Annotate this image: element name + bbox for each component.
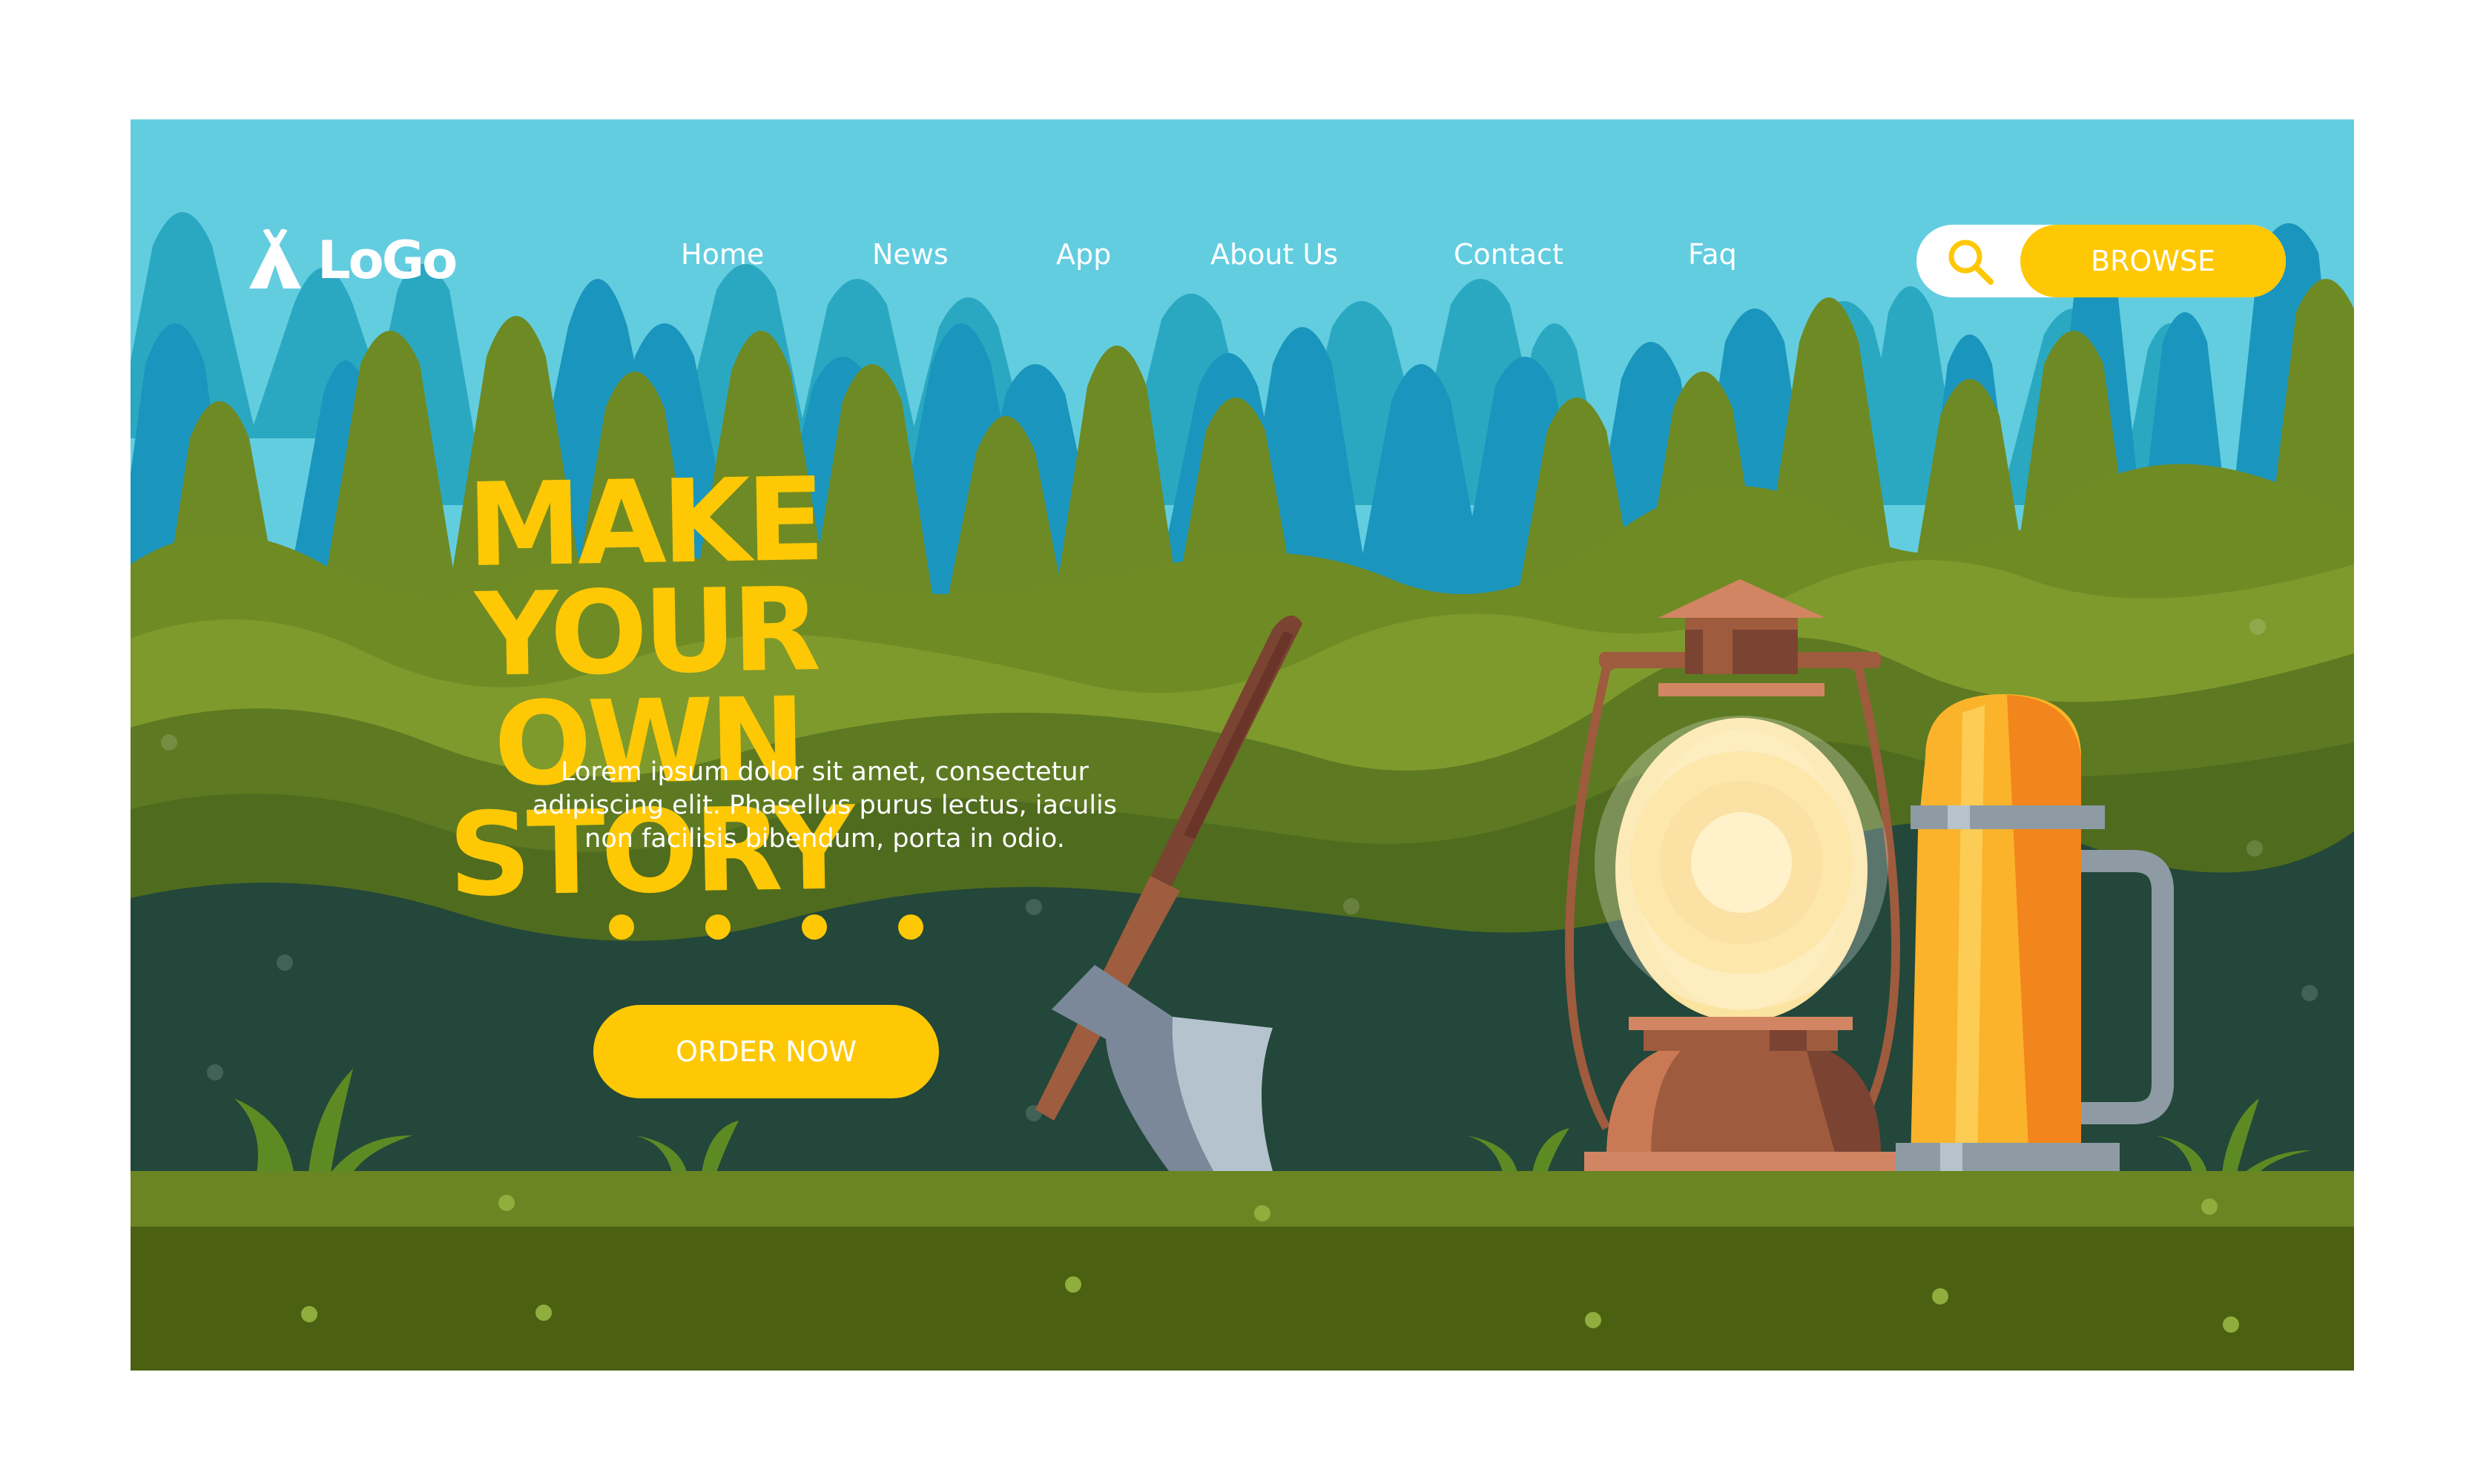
tent-icon (249, 229, 301, 288)
landing-page: LoGo Home News App About Us Contact Faq … (131, 119, 2354, 1371)
nav-item-home[interactable]: Home (681, 238, 764, 271)
hero-description-line-1: Lorem ipsum dolor sit amet, consectetur (561, 757, 1089, 787)
nav-item-contact[interactable]: Contact (1454, 238, 1563, 271)
slider-dot[interactable] (898, 914, 923, 940)
nav-item-news[interactable]: News (872, 238, 949, 271)
nav-item-faq[interactable]: Faq (1688, 238, 1737, 271)
order-now-button[interactable]: ORDER NOW (593, 1005, 939, 1098)
nav-item-app[interactable]: App (1056, 238, 1111, 271)
slider-dot[interactable] (802, 914, 827, 940)
logo[interactable]: LoGo (243, 229, 458, 291)
hero-description-line-2: adipiscing elit. Phasellus purus lectus,… (532, 791, 1117, 820)
slider-dot[interactable] (705, 914, 731, 940)
slider-dots (609, 914, 923, 940)
hero-description-line-3: non facilisis bibendum, porta in odio. (584, 824, 1065, 854)
search-icon[interactable] (1945, 236, 1997, 288)
slider-dot[interactable] (609, 914, 634, 940)
browse-button[interactable]: BROWSE (2020, 225, 2286, 297)
logo-text: LoGo (317, 230, 458, 291)
hero-title-line-1: MAKE YOUR (466, 452, 822, 703)
hero-description: Lorem ipsum dolor sit amet, consectetur … (432, 756, 1218, 856)
nav-item-about-us[interactable]: About Us (1210, 238, 1338, 271)
